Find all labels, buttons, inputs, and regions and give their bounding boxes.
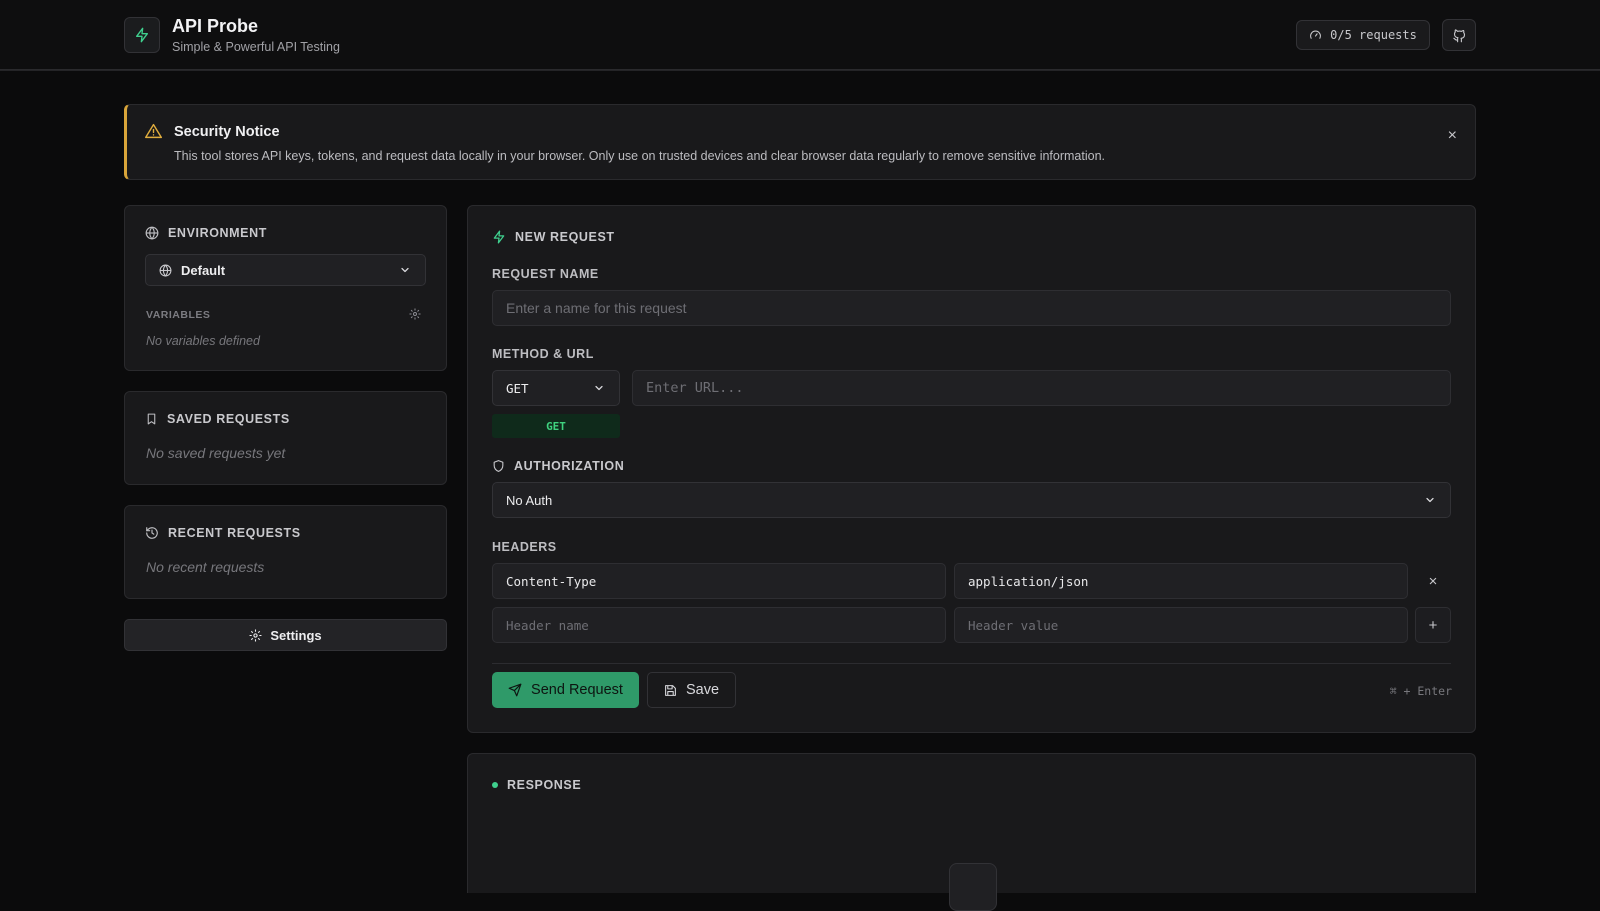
request-actions-divider	[492, 663, 1451, 664]
bookmark-icon	[147, 413, 156, 425]
add-header-button[interactable]: +	[1415, 607, 1451, 643]
bolt-icon	[136, 27, 148, 43]
authorization-title: AUTHORIZATION	[514, 459, 625, 473]
variables-empty: No variables defined	[146, 334, 260, 348]
warning-icon	[145, 123, 162, 139]
gear-icon	[249, 629, 262, 641]
headers-label: HEADERS	[492, 540, 557, 554]
app-title: API Probe	[172, 16, 259, 36]
notice-text: This tool stores API keys, tokens, and r…	[174, 149, 1106, 163]
method-select[interactable]: GET	[492, 370, 620, 406]
environment-title: ENVIRONMENT	[168, 226, 267, 240]
globe-icon	[159, 264, 172, 277]
notice-title: Security Notice	[174, 124, 280, 140]
security-notice: Security Notice This tool stores API key…	[124, 104, 1476, 180]
header-name-input[interactable]: Content-Type	[492, 563, 946, 599]
save-label: Save	[685, 682, 720, 698]
history-icon	[146, 527, 158, 539]
chevron-down-icon	[401, 267, 409, 273]
recent-requests-panel: RECENT REQUESTS No recent requests	[124, 505, 447, 599]
chevron-down-icon	[595, 385, 603, 391]
gear-icon[interactable]	[409, 308, 421, 320]
response-empty-icon	[949, 863, 997, 911]
variables-label: VARIABLES	[146, 309, 211, 321]
recent-requests-title: RECENT REQUESTS	[168, 526, 301, 540]
keyboard-shortcut-hint: ⌘ + Enter	[1389, 684, 1452, 698]
method-url-label: METHOD & URL	[492, 347, 594, 361]
auth-selected: No Auth	[506, 492, 553, 508]
url-input[interactable]: Enter URL...	[632, 370, 1451, 406]
saved-requests-panel: SAVED REQUESTS No saved requests yet	[124, 391, 447, 485]
github-icon	[1452, 28, 1465, 42]
send-request-button[interactable]: Send Request	[492, 672, 639, 708]
new-header-name-input[interactable]: Header name	[492, 607, 946, 643]
globe-icon	[145, 226, 159, 240]
chevron-down-icon	[1426, 497, 1434, 503]
request-name-label: REQUEST NAME	[492, 267, 599, 281]
quota-label: 0/5 requests	[1330, 28, 1417, 42]
new-request-header: NEW REQUEST	[492, 230, 615, 244]
authorization-header: AUTHORIZATION	[492, 459, 624, 473]
save-button[interactable]: Save	[647, 672, 736, 708]
send-request-label: Send Request	[531, 682, 623, 698]
response-title: RESPONSE	[507, 778, 582, 792]
environment-panel: ENVIRONMENT Default VARIABLES No variabl…	[124, 205, 447, 371]
send-icon	[508, 683, 522, 697]
bolt-icon	[493, 230, 505, 244]
github-button[interactable]	[1442, 19, 1476, 51]
saved-requests-header: SAVED REQUESTS	[145, 412, 290, 426]
app-subtitle: Simple & Powerful API Testing	[172, 40, 340, 54]
app-logo	[124, 17, 160, 53]
recent-requests-empty: No recent requests	[146, 559, 265, 575]
status-dot-icon	[492, 782, 498, 788]
header-value-input[interactable]: application/json	[954, 563, 1408, 599]
environment-selected: Default	[181, 262, 226, 278]
auth-select[interactable]: No Auth	[492, 482, 1451, 518]
request-name-input[interactable]: Enter a name for this request	[492, 290, 1451, 326]
method-badge: GET	[492, 414, 620, 438]
environment-select[interactable]: Default	[145, 254, 426, 286]
header-divider	[0, 69, 1600, 70]
environment-header: ENVIRONMENT	[145, 226, 267, 240]
settings-button[interactable]: Settings	[124, 619, 447, 651]
gauge-icon	[1310, 30, 1322, 39]
recent-requests-header: RECENT REQUESTS	[145, 526, 301, 540]
close-icon[interactable]: ×	[1448, 127, 1457, 145]
request-quota-badge: 0/5 requests	[1296, 20, 1430, 50]
saved-requests-title: SAVED REQUESTS	[167, 412, 290, 426]
save-icon	[665, 684, 676, 696]
remove-header-button[interactable]: ×	[1415, 563, 1451, 599]
new-header-value-input[interactable]: Header value	[954, 607, 1408, 643]
saved-requests-empty: No saved requests yet	[146, 445, 286, 461]
response-panel: RESPONSE	[467, 753, 1476, 911]
shield-icon	[493, 460, 504, 472]
response-header: RESPONSE	[492, 778, 581, 792]
settings-label: Settings	[270, 627, 322, 643]
method-selected: GET	[506, 380, 529, 396]
new-request-title: NEW REQUEST	[515, 230, 615, 244]
